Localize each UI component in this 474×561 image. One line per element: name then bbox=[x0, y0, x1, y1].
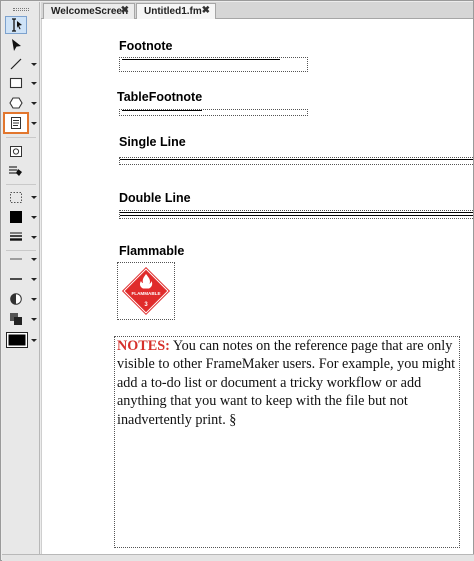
line-style-icon[interactable] bbox=[5, 270, 27, 288]
flammable-graphic-frame[interactable]: FLAMMABLE 3 bbox=[117, 262, 175, 320]
rectangle-options-dropdown[interactable] bbox=[30, 74, 37, 92]
single-line-frame[interactable] bbox=[119, 157, 473, 165]
toolbar-separator bbox=[6, 184, 36, 185]
marquee-options-dropdown[interactable] bbox=[30, 188, 37, 206]
hazard-label: FLAMMABLE bbox=[131, 291, 160, 296]
line-options-dropdown[interactable] bbox=[30, 55, 37, 73]
text-cursor-icon[interactable] bbox=[5, 16, 27, 34]
line-width-icon[interactable] bbox=[5, 228, 27, 246]
polygon-options-dropdown[interactable] bbox=[30, 94, 37, 112]
toolbar-grip[interactable] bbox=[13, 8, 29, 11]
table-footnote-frame[interactable] bbox=[119, 109, 308, 116]
line-end-icon[interactable] bbox=[5, 250, 27, 268]
select-arrow-icon[interactable] bbox=[5, 36, 27, 54]
tools-palette bbox=[2, 2, 40, 554]
tab-welcome-screen[interactable]: WelcomeScreen ✖ bbox=[43, 3, 135, 19]
overprint-icon[interactable] bbox=[5, 310, 27, 328]
fill-color-icon[interactable] bbox=[5, 208, 27, 226]
footnote-separator-line bbox=[122, 59, 280, 60]
close-icon[interactable]: ✖ bbox=[202, 5, 210, 16]
marquee-icon[interactable] bbox=[5, 188, 27, 206]
tab-label: Untitled1.fm bbox=[144, 6, 202, 17]
color-dropdown[interactable] bbox=[30, 331, 37, 349]
anchored-frame-icon[interactable] bbox=[5, 142, 27, 160]
close-icon[interactable]: ✖ bbox=[121, 5, 129, 16]
notes-paragraph: NOTES: You can notes on the reference pa… bbox=[117, 337, 457, 429]
single-rule-line bbox=[120, 159, 473, 160]
flammable-hazard-sign: FLAMMABLE 3 bbox=[119, 264, 173, 318]
heading-footnote: Footnote bbox=[119, 39, 173, 53]
double-line-frame[interactable] bbox=[119, 210, 473, 219]
line-style-dropdown[interactable] bbox=[30, 270, 37, 288]
notes-label: NOTES: bbox=[117, 338, 170, 354]
line-icon[interactable] bbox=[5, 55, 27, 73]
footnote-frame[interactable] bbox=[119, 57, 308, 72]
line-width-dropdown[interactable] bbox=[30, 228, 37, 246]
overprint-dropdown[interactable] bbox=[30, 310, 37, 328]
double-rule-line-top bbox=[120, 212, 473, 213]
tint-icon[interactable] bbox=[5, 290, 27, 308]
tab-untitled1[interactable]: Untitled1.fm ✖ bbox=[136, 3, 216, 19]
heading-double-line: Double Line bbox=[119, 191, 191, 205]
polygon-icon[interactable] bbox=[5, 94, 27, 112]
document-page[interactable]: Footnote TableFootnote Single Line Doubl… bbox=[41, 19, 473, 554]
text-frame-icon[interactable] bbox=[3, 112, 29, 134]
tab-label: WelcomeScreen bbox=[51, 6, 129, 17]
table-footnote-separator-line bbox=[122, 110, 202, 111]
double-rule-line-bottom bbox=[120, 215, 473, 216]
heading-table-footnote: TableFootnote bbox=[117, 90, 203, 104]
app-window: WelcomeScreen ✖ Untitled1.fm ✖ Footnote … bbox=[0, 0, 474, 561]
fill-color-dropdown[interactable] bbox=[30, 208, 37, 226]
tint-dropdown[interactable] bbox=[30, 290, 37, 308]
fill-icon[interactable] bbox=[5, 162, 27, 180]
color-icon[interactable] bbox=[4, 331, 29, 349]
line-end-dropdown[interactable] bbox=[30, 250, 37, 268]
heading-flammable: Flammable bbox=[119, 244, 185, 258]
heading-single-line: Single Line bbox=[119, 135, 186, 149]
document-tab-bar: WelcomeScreen ✖ Untitled1.fm ✖ bbox=[41, 2, 473, 19]
notes-text-frame[interactable]: NOTES: You can notes on the reference pa… bbox=[114, 336, 460, 548]
status-strip bbox=[2, 554, 474, 561]
toolbar-separator bbox=[6, 137, 36, 138]
rectangle-icon[interactable] bbox=[5, 74, 27, 92]
text-frame-options-dropdown[interactable] bbox=[30, 114, 37, 132]
